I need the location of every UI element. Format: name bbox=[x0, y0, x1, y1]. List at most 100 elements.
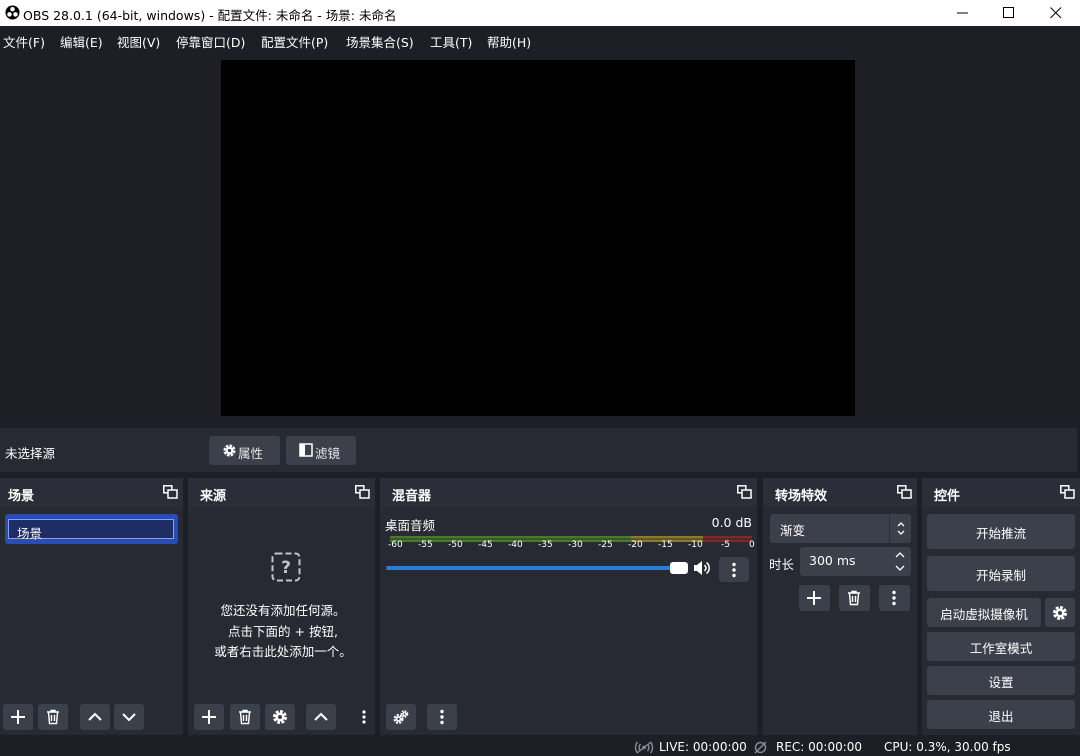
spin-down-icon[interactable] bbox=[895, 564, 905, 572]
gear-icon bbox=[223, 444, 236, 457]
menu-edit[interactable]: 编辑(E) bbox=[60, 32, 103, 51]
start-recording-button[interactable]: 开始录制 bbox=[927, 556, 1075, 591]
remove-transition-button[interactable] bbox=[839, 585, 870, 611]
settings-label: 设置 bbox=[988, 675, 1014, 690]
transition-select[interactable]: 渐变 bbox=[770, 514, 911, 543]
preview-canvas[interactable] bbox=[221, 60, 855, 416]
minimize-button[interactable] bbox=[940, 0, 986, 26]
title-bar: OBS 28.0.1 (64-bit, windows) - 配置文件: 未命名… bbox=[0, 0, 1080, 26]
obs-logo-icon bbox=[5, 5, 20, 20]
sources-dock-header: 来源 bbox=[188, 478, 375, 507]
studio-mode-button[interactable]: 工作室模式 bbox=[927, 632, 1075, 661]
transition-menu-button[interactable] bbox=[879, 585, 910, 611]
menu-file[interactable]: 文件(F) bbox=[3, 32, 45, 51]
virtual-camera-settings-button[interactable] bbox=[1045, 598, 1075, 627]
context-bar: 未选择源 属性 滤镜 bbox=[0, 428, 1077, 472]
menu-view[interactable]: 视图(V) bbox=[117, 32, 160, 51]
meter-tick: -30 bbox=[568, 540, 583, 550]
menu-profile[interactable]: 配置文件(P) bbox=[261, 32, 328, 51]
window-title: OBS 28.0.1 (64-bit, windows) - 配置文件: 未命名… bbox=[23, 8, 397, 23]
sources-list[interactable]: ? 您还没有添加任何源。 点击下面的 + 按钮, 或者右击此处添加一个。 bbox=[188, 507, 375, 735]
more-icon bbox=[892, 590, 896, 606]
close-button[interactable] bbox=[1033, 0, 1079, 26]
close-icon bbox=[1050, 7, 1062, 19]
meter-tick: -50 bbox=[448, 540, 463, 550]
live-status: LIVE: 00:00:00 bbox=[659, 740, 747, 754]
transitions-body: 渐变 时长 300 ms bbox=[763, 507, 917, 735]
scenes-list[interactable]: 场景 bbox=[0, 507, 183, 735]
float-dock-icon[interactable] bbox=[1060, 485, 1075, 499]
start-recording-label: 开始录制 bbox=[975, 568, 1026, 583]
source-properties-button[interactable] bbox=[265, 704, 295, 730]
meter-tick: -10 bbox=[688, 540, 703, 550]
menu-scene-collection[interactable]: 场景集合(S) bbox=[346, 32, 414, 51]
settings-button[interactable]: 设置 bbox=[927, 666, 1075, 695]
menu-help[interactable]: 帮助(H) bbox=[487, 32, 531, 51]
mixer-menu-button[interactable] bbox=[427, 704, 457, 730]
volume-slider-handle[interactable] bbox=[670, 562, 688, 574]
status-bar: LIVE: 00:00:00 REC: 00:00:00 CPU: 0.3%, … bbox=[0, 738, 1080, 756]
mixer-dock-header: 混音器 bbox=[380, 478, 757, 507]
filters-button[interactable]: 滤镜 bbox=[286, 436, 356, 465]
transition-select-value: 渐变 bbox=[780, 523, 806, 538]
meter-tick: -5 bbox=[721, 540, 730, 550]
more-icon bbox=[732, 562, 736, 578]
filter-icon bbox=[299, 443, 313, 457]
question-icon: ? bbox=[271, 552, 301, 582]
scene-name-field[interactable]: 场景 bbox=[8, 519, 174, 541]
audio-channel-menu-button[interactable] bbox=[719, 557, 749, 582]
volume-slider[interactable] bbox=[386, 566, 686, 570]
speaker-icon[interactable] bbox=[693, 560, 711, 576]
minimize-icon bbox=[957, 12, 968, 14]
remove-source-button[interactable] bbox=[230, 704, 260, 730]
controls-body: 开始推流 开始录制 启动虚拟摄像机 工作室模式 设置 退出 bbox=[922, 507, 1080, 735]
menu-docks[interactable]: 停靠窗口(D) bbox=[176, 32, 245, 51]
menu-tools[interactable]: 工具(T) bbox=[430, 32, 472, 51]
audio-settings-button[interactable] bbox=[386, 704, 416, 730]
select-arrows bbox=[889, 514, 911, 543]
trash-icon bbox=[848, 590, 860, 606]
move-scene-down-button[interactable] bbox=[114, 704, 144, 730]
add-scene-button[interactable] bbox=[3, 704, 33, 730]
start-streaming-button[interactable]: 开始推流 bbox=[927, 514, 1075, 549]
svg-text:?: ? bbox=[281, 558, 291, 578]
float-dock-icon[interactable] bbox=[897, 485, 912, 499]
filters-label: 滤镜 bbox=[315, 446, 341, 461]
sources-dock: 来源 ? 您还没有添加任何源。 点击下面的 + 按钮, 或者右击此处添加一个。 bbox=[188, 478, 375, 735]
menu-bar: 文件(F) 编辑(E) 视图(V) 停靠窗口(D) 配置文件(P) 场景集合(S… bbox=[0, 26, 1080, 52]
add-transition-button[interactable] bbox=[799, 585, 830, 611]
move-source-up-button[interactable] bbox=[306, 704, 336, 730]
spin-up-icon[interactable] bbox=[895, 551, 905, 559]
add-source-button[interactable] bbox=[194, 704, 224, 730]
meter-tick: -40 bbox=[508, 540, 523, 550]
list-item[interactable]: 场景 bbox=[5, 514, 178, 544]
audio-level-readout: 0.0 dB bbox=[711, 515, 752, 530]
more-icon[interactable] bbox=[362, 710, 366, 724]
trash-icon bbox=[239, 709, 251, 725]
controls-dock-header: 控件 bbox=[922, 478, 1080, 507]
meter-tick: -35 bbox=[538, 540, 553, 550]
mixer-dock: 混音器 桌面音频 0.0 dB -60 -55 -50 -45 -40 -35 … bbox=[380, 478, 757, 735]
move-scene-up-button[interactable] bbox=[80, 704, 110, 730]
plus-icon bbox=[11, 710, 25, 724]
maximize-button[interactable] bbox=[986, 0, 1032, 26]
exit-button[interactable]: 退出 bbox=[927, 700, 1075, 729]
float-dock-icon[interactable] bbox=[737, 485, 752, 499]
mixer-body: 桌面音频 0.0 dB -60 -55 -50 -45 -40 -35 -30 … bbox=[380, 507, 757, 735]
sources-dock-title: 来源 bbox=[200, 489, 227, 504]
cpu-status: CPU: 0.3%, 30.00 fps bbox=[884, 740, 1011, 754]
remove-scene-button[interactable] bbox=[38, 704, 68, 730]
plus-icon bbox=[202, 710, 216, 724]
no-source-label: 未选择源 bbox=[5, 446, 56, 461]
sources-empty-line-1: 您还没有添加任何源。 bbox=[220, 603, 346, 618]
float-dock-icon[interactable] bbox=[163, 485, 178, 499]
meter-scale: -60 -55 -50 -45 -40 -35 -30 -25 -20 -15 … bbox=[385, 540, 755, 554]
plus-icon bbox=[807, 591, 821, 605]
duration-spinbox[interactable]: 300 ms bbox=[800, 547, 911, 576]
properties-button[interactable]: 属性 bbox=[209, 436, 280, 465]
float-dock-icon[interactable] bbox=[355, 485, 370, 499]
gear-icon bbox=[273, 710, 287, 724]
more-icon bbox=[440, 709, 444, 725]
transitions-dock-header: 转场特效 bbox=[763, 478, 917, 507]
start-virtual-camera-button[interactable]: 启动虚拟摄像机 bbox=[927, 598, 1041, 627]
